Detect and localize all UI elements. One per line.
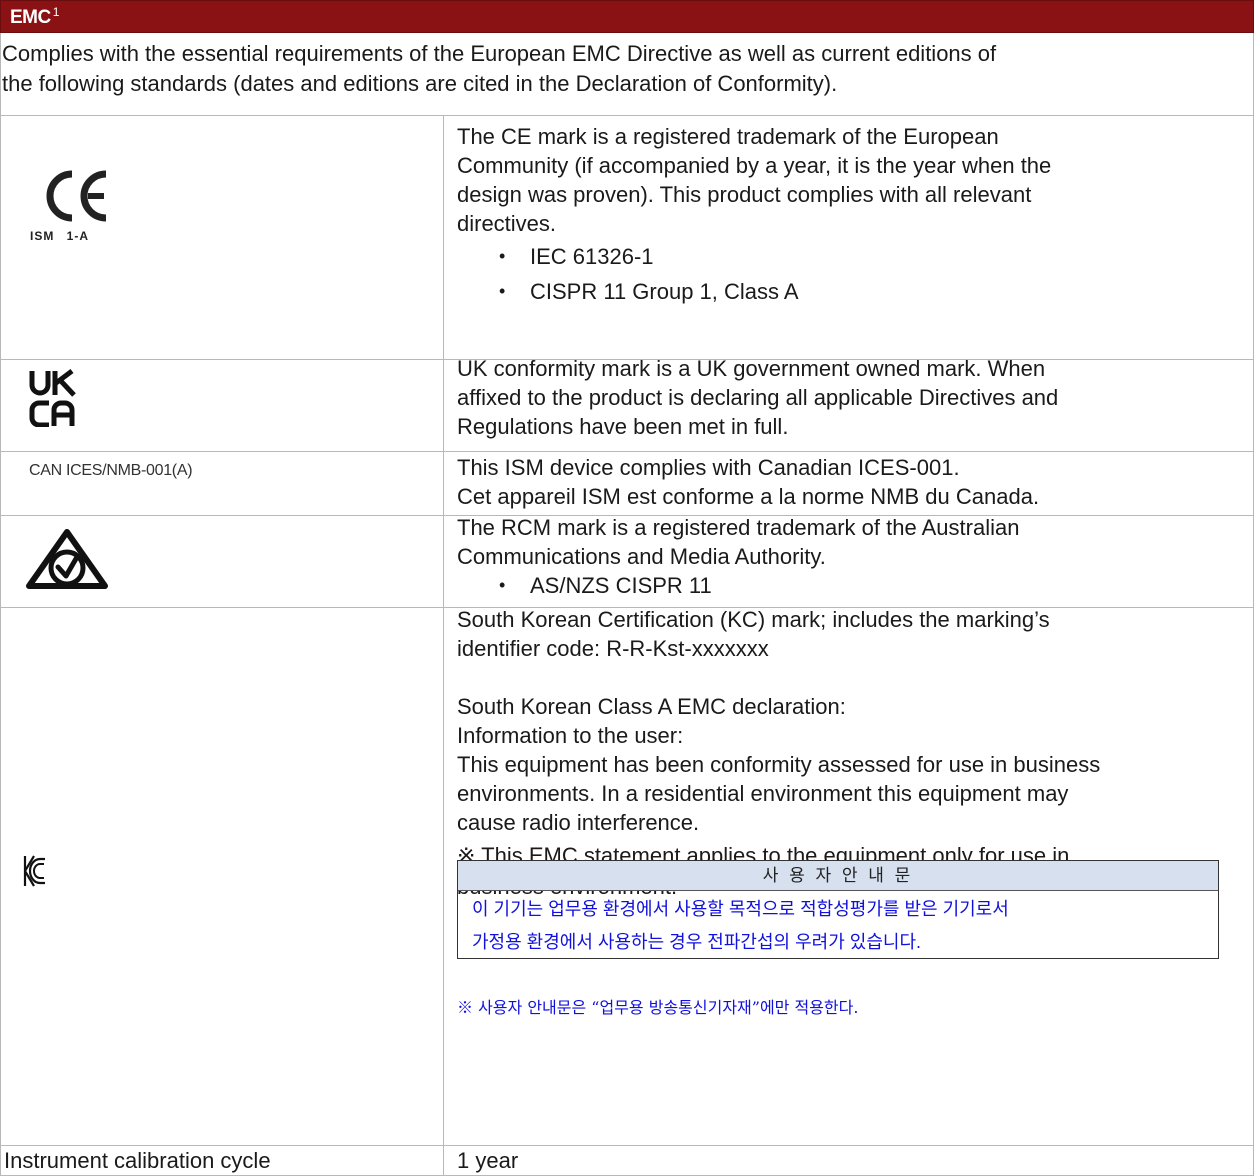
text-line: design was proven). This product complie… (457, 182, 1032, 207)
text-line: Communications and Media Authority. (457, 544, 826, 569)
ce-logo-text: ISM 1-A (30, 229, 90, 243)
kc-mark-logo (23, 854, 47, 893)
footnote-marker: 1 (52, 5, 60, 19)
korean-user-notice-box: 사 용 자 안 내 문 이 기기는 업무용 환경에서 사용할 목적으로 적합성평… (457, 860, 1219, 959)
calibration-row: Instrument calibration cycle 1 year (0, 1146, 1254, 1176)
text-line (457, 663, 1237, 692)
text-line: South Korean Certification (KC) mark; in… (457, 607, 1050, 632)
text-line: cause radio interference. (457, 810, 700, 835)
ukca-row: UK conformity mark is a UK government ow… (0, 356, 1254, 452)
can-ices-label: CAN ICES/NMB-001(A) (29, 462, 193, 479)
korean-footnote: ※ 사용자 안내문은 “업무용 방송통신기자재”에만 적용한다. (457, 998, 859, 1017)
intro-line: Complies with the essential requirements… (2, 41, 997, 66)
rcm-row: The RCM mark is a registered trademark o… (0, 513, 1254, 608)
rcm-description: The RCM mark is a registered trademark o… (457, 513, 1237, 600)
rcm-mark-logo (25, 528, 109, 597)
text-line: environments. In a residential environme… (457, 781, 1069, 806)
canada-description: This ISM device complies with Canadian I… (457, 453, 1237, 511)
ukca-mark-logo (29, 369, 77, 432)
text-line: Community (if accompanied by a year, it … (457, 153, 1052, 178)
list-item: AS/NZS CISPR 11 (457, 571, 1237, 600)
calibration-value: 1 year (457, 1148, 519, 1173)
ce-description: The CE mark is a registered trademark of… (457, 122, 1237, 306)
kc-row: South Korean Certification (KC) mark; in… (0, 605, 1254, 1146)
korean-notice-line: 이 기기는 업무용 환경에서 사용할 목적으로 적합성평가를 받은 기기로서 (472, 899, 1009, 919)
text-line: affixed to the product is declaring all … (457, 385, 1059, 410)
emc-title-text: EMC (10, 7, 51, 28)
korean-notice-header: 사 용 자 안 내 문 (458, 861, 1218, 891)
text-line: South Korean Class A EMC declaration: (457, 694, 846, 719)
text-line: identifier code: R-R-Kst-xxxxxxx (457, 636, 769, 661)
text-line: directives. (457, 211, 557, 236)
text-line: This equipment has been conformity asses… (457, 752, 1101, 777)
text-line: Information to the user: (457, 723, 684, 748)
text-line: Cet appareil ISM est conforme a la norme… (457, 484, 1040, 509)
ukca-description: UK conformity mark is a UK government ow… (457, 354, 1237, 441)
text-line: The CE mark is a registered trademark of… (457, 124, 999, 149)
emc-header: EMC 1 (0, 0, 1254, 33)
canada-row: CAN ICES/NMB-001(A) This ISM device comp… (0, 452, 1254, 516)
list-item: CISPR 11 Group 1, Class A (457, 277, 1237, 306)
text-line: Regulations have been met in full. (457, 414, 789, 439)
text-line: The RCM mark is a registered trademark o… (457, 515, 1020, 540)
text-line: This ISM device complies with Canadian I… (457, 455, 960, 480)
intro-paragraph: Complies with the essential requirements… (0, 33, 1254, 116)
emc-title: EMC 1 (10, 5, 60, 29)
intro-line: the following standards (dates and editi… (2, 71, 838, 96)
list-item: IEC 61326-1 (457, 242, 1237, 271)
calibration-label: Instrument calibration cycle (4, 1148, 271, 1173)
ce-mark-logo: ISM 1-A (26, 164, 138, 304)
kc-description: South Korean Certification (KC) mark; in… (457, 605, 1237, 901)
korean-notice-line: 가정용 환경에서 사용하는 경우 전파간섭의 우려가 있습니다. (472, 932, 922, 952)
ce-row: ISM 1-A The CE mark is a registered trad… (0, 116, 1254, 360)
text-line: UK conformity mark is a UK government ow… (457, 356, 1046, 381)
